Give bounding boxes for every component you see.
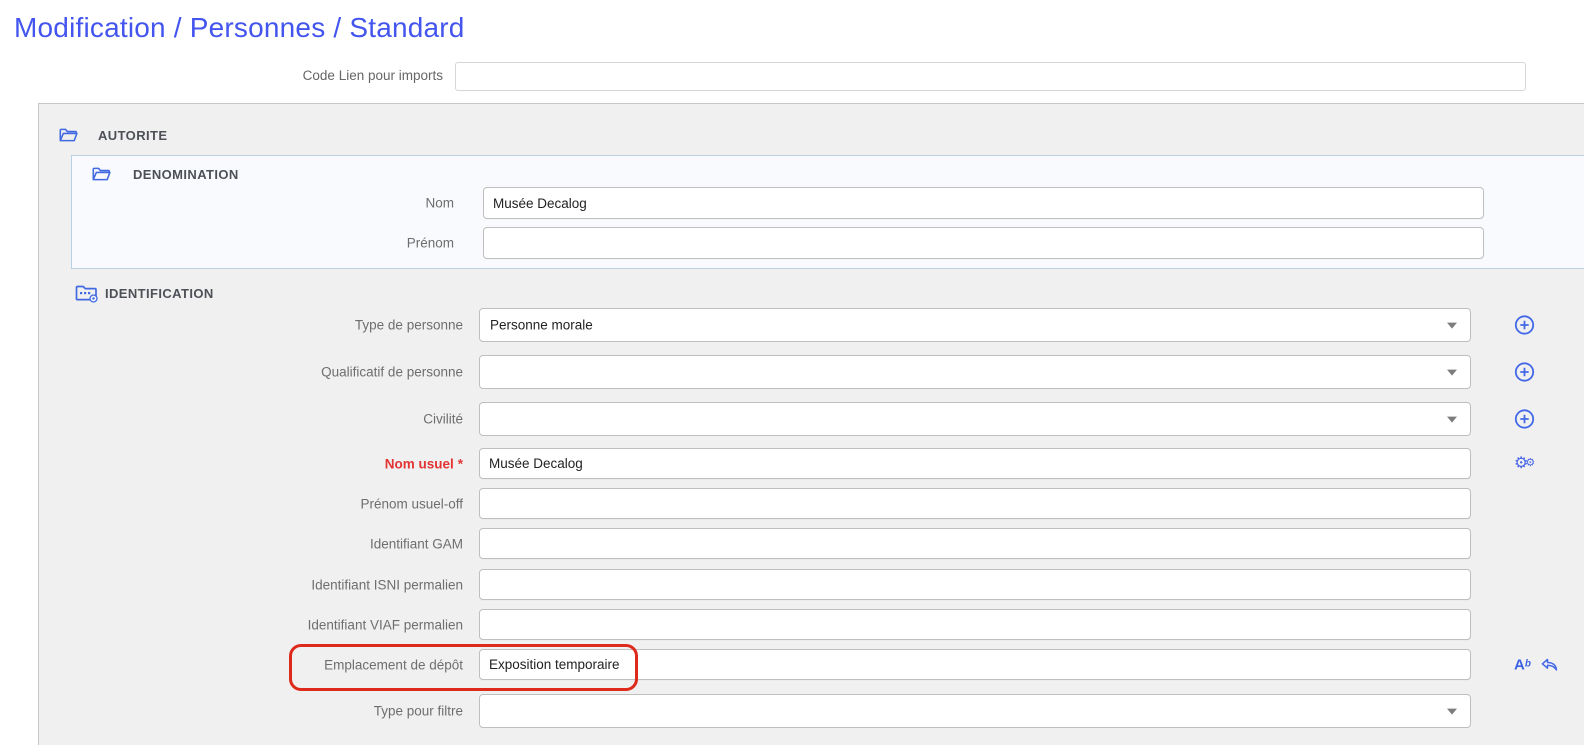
civilite-label: Civilité bbox=[39, 412, 463, 427]
prenom-usuel-label: Prénom usuel-off bbox=[39, 496, 463, 511]
denomination-header[interactable]: DENOMINATION bbox=[92, 166, 239, 182]
prenom-usuel-input[interactable] bbox=[479, 488, 1471, 519]
field-row-identifiant-gam: Identifiant GAM bbox=[39, 528, 1584, 559]
denomination-panel: DENOMINATION Nom Prénom bbox=[71, 155, 1584, 269]
code-lien-input[interactable] bbox=[455, 62, 1526, 91]
field-row-type-pour-filtre: Type pour filtre bbox=[39, 694, 1584, 728]
type-de-personne-label: Type de personne bbox=[39, 318, 463, 333]
add-icon[interactable] bbox=[1514, 362, 1535, 383]
field-row-nom-usuel: Nom usuel* ⚙⚙ bbox=[39, 448, 1584, 479]
civilite-select[interactable] bbox=[479, 402, 1471, 436]
field-row-emplacement-depot: Emplacement de dépôt Ab bbox=[39, 649, 1584, 680]
identifiant-viaf-label: Identifiant VIAF permalien bbox=[39, 617, 463, 632]
identifiant-gam-label: Identifiant GAM bbox=[39, 536, 463, 551]
identification-header[interactable]: IDENTIFICATION bbox=[75, 284, 214, 303]
code-lien-label: Code Lien pour imports bbox=[0, 68, 443, 83]
autorite-title: AUTORITE bbox=[98, 128, 167, 143]
field-row-civilite: Civilité bbox=[39, 402, 1584, 436]
type-de-personne-value: Personne morale bbox=[490, 318, 593, 333]
page-title: Modification / Personnes / Standard bbox=[14, 12, 465, 44]
identifiant-viaf-input[interactable] bbox=[479, 609, 1471, 640]
identifiant-gam-input[interactable] bbox=[479, 528, 1471, 559]
autorite-header[interactable]: AUTORITE bbox=[59, 127, 167, 143]
type-de-personne-select[interactable]: Personne morale bbox=[479, 308, 1471, 342]
identifiant-isni-input[interactable] bbox=[479, 569, 1471, 600]
folder-open-icon bbox=[92, 166, 111, 182]
field-row-prenom-usuel: Prénom usuel-off bbox=[39, 488, 1584, 519]
field-row-identifiant-viaf: Identifiant VIAF permalien bbox=[39, 609, 1584, 640]
field-row-type-de-personne: Type de personne Personne morale bbox=[39, 308, 1584, 342]
autorite-panel: AUTORITE DENOMINATION Nom Prénom bbox=[38, 103, 1584, 745]
add-icon[interactable] bbox=[1514, 315, 1535, 336]
identifiant-isni-label: Identifiant ISNI permalien bbox=[39, 577, 463, 592]
emplacement-depot-input[interactable] bbox=[479, 649, 1471, 680]
chevron-down-icon bbox=[1447, 709, 1457, 715]
emplacement-depot-label: Emplacement de dépôt bbox=[39, 657, 463, 672]
identification-title: IDENTIFICATION bbox=[105, 286, 214, 301]
field-row-qualificatif: Qualificatif de personne bbox=[39, 355, 1584, 389]
gears-icon[interactable]: ⚙⚙ bbox=[1514, 456, 1532, 472]
nom-usuel-label: Nom usuel* bbox=[39, 456, 463, 471]
prenom-input[interactable] bbox=[483, 227, 1484, 259]
nom-usuel-input[interactable] bbox=[479, 448, 1471, 479]
qualificatif-select[interactable] bbox=[479, 355, 1471, 389]
type-pour-filtre-label: Type pour filtre bbox=[39, 704, 463, 719]
chevron-down-icon bbox=[1447, 370, 1457, 376]
app-window: Modification / Personnes / Standard Code… bbox=[0, 0, 1584, 745]
qualificatif-label: Qualificatif de personne bbox=[39, 365, 463, 380]
field-row-identifiant-isni: Identifiant ISNI permalien bbox=[39, 569, 1584, 600]
folder-open-icon bbox=[59, 127, 78, 143]
field-row-prenom: Prénom bbox=[72, 227, 1584, 259]
chevron-down-icon bbox=[1447, 417, 1457, 423]
prenom-label: Prénom bbox=[72, 236, 454, 251]
nom-input[interactable] bbox=[483, 187, 1484, 219]
chevron-down-icon bbox=[1447, 323, 1457, 329]
required-marker: * bbox=[458, 456, 463, 471]
denomination-title: DENOMINATION bbox=[133, 167, 239, 182]
nom-label: Nom bbox=[72, 196, 454, 211]
field-row-nom: Nom bbox=[72, 187, 1584, 219]
folder-badge-icon bbox=[75, 284, 99, 303]
undo-reply-icon[interactable] bbox=[1540, 655, 1559, 674]
index-ab-icon[interactable]: Ab bbox=[1514, 657, 1531, 672]
add-icon[interactable] bbox=[1514, 409, 1535, 430]
type-pour-filtre-select[interactable] bbox=[479, 694, 1471, 728]
